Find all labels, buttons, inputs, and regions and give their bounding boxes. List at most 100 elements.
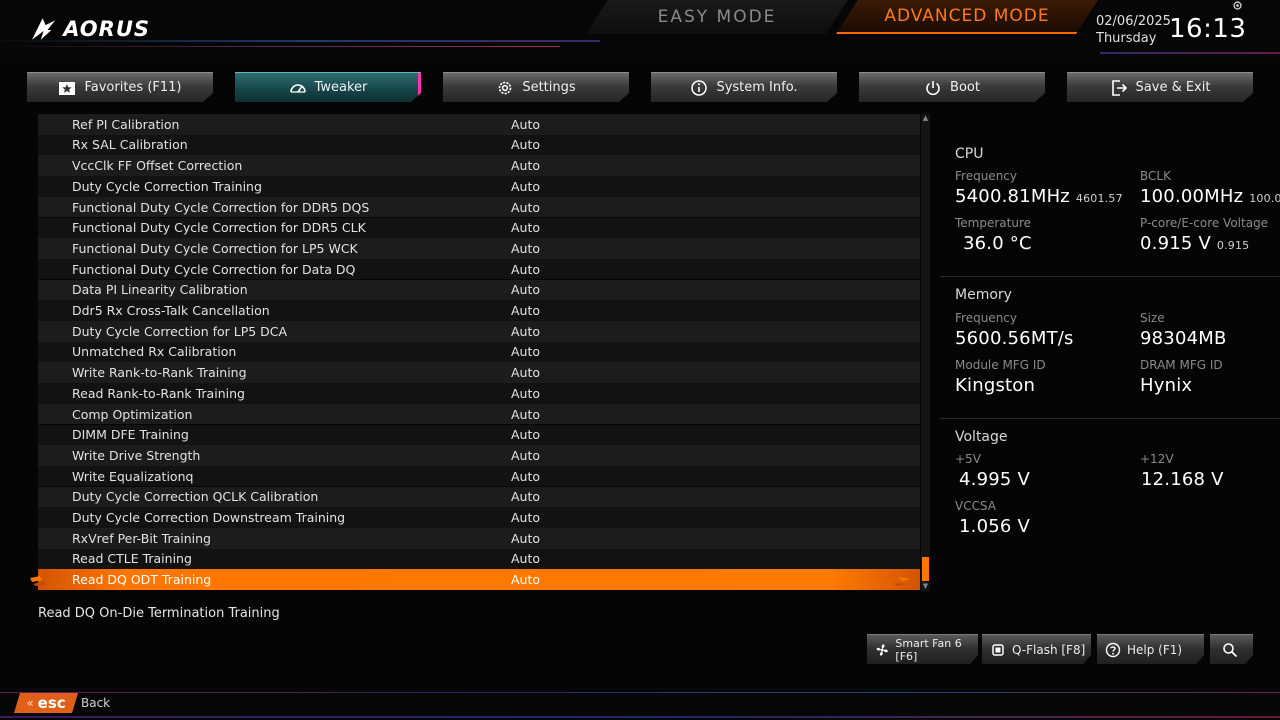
cpu-section-title: CPU <box>955 146 984 162</box>
setting-value[interactable]: Auto <box>511 344 540 359</box>
help-icon <box>1105 642 1121 658</box>
voltage-section-title: Voltage <box>955 429 1008 445</box>
setting-value[interactable]: Auto <box>511 262 540 277</box>
list-item[interactable]: RxVref Per-Bit Training Auto <box>38 528 920 549</box>
list-item[interactable]: Functional Duty Cycle Correction for DDR… <box>38 217 920 239</box>
scrollbar[interactable]: ▲ ▼ <box>921 114 930 591</box>
help-button[interactable]: Help (F1) <box>1097 634 1204 664</box>
list-item[interactable]: Unmatched Rx Calibration Auto <box>38 341 920 363</box>
setting-name: Comp Optimization <box>72 406 193 422</box>
tab-boot[interactable]: Boot <box>859 72 1045 102</box>
setting-name: Duty Cycle Correction Training <box>72 178 262 194</box>
setting-value[interactable]: Auto <box>511 241 540 256</box>
setting-value[interactable]: Auto <box>511 448 540 463</box>
bclk-label: BCLK <box>1140 169 1171 183</box>
memory-size: 98304MB <box>1140 328 1227 349</box>
setting-value[interactable]: Auto <box>511 427 540 442</box>
list-item[interactable]: Read CTLE Training Auto <box>38 548 920 570</box>
setting-value[interactable]: Auto <box>511 510 540 525</box>
tab-system-info[interactable]: System Info. <box>651 72 837 102</box>
setting-name: Functional Duty Cycle Correction for Dat… <box>72 261 356 277</box>
tab-settings[interactable]: Settings <box>443 72 629 102</box>
setting-value[interactable]: Auto <box>511 469 540 484</box>
cpu-voltage-value: 0.915 V 0.915 <box>1140 233 1249 254</box>
setting-value[interactable]: Auto <box>511 551 540 566</box>
list-item[interactable]: Rx SAL Calibration Auto <box>38 134 920 156</box>
cpu-frequency: 5400.81MHz <box>955 186 1070 207</box>
setting-value[interactable]: Auto <box>511 324 540 339</box>
list-item[interactable]: Comp Optimization Auto <box>38 403 920 425</box>
vccsa-value: 1.056 V <box>959 516 1030 537</box>
cpu-temperature-label: Temperature <box>955 216 1032 230</box>
gear-icon[interactable] <box>1232 0 1243 14</box>
easy-mode-button[interactable]: EASY MODE <box>586 0 848 34</box>
fan-icon <box>875 642 889 658</box>
tab-label: Settings <box>522 80 576 95</box>
setting-value[interactable]: Auto <box>511 303 540 318</box>
setting-name: Data PI Linearity Calibration <box>72 282 248 298</box>
setting-name: Duty Cycle Correction Downstream Trainin… <box>72 510 346 526</box>
setting-name: Write Drive Strength <box>72 447 201 463</box>
list-item[interactable]: Ref PI Calibration Auto <box>38 114 920 135</box>
esc-button[interactable]: « esc <box>14 693 78 713</box>
setting-value[interactable]: Auto <box>511 282 540 297</box>
list-item[interactable]: Duty Cycle Correction QCLK Calibration Au… <box>38 486 920 508</box>
list-item[interactable]: VccClk FF Offset Correction Auto <box>38 155 920 176</box>
setting-name: Unmatched Rx Calibration <box>72 344 237 360</box>
list-item[interactable]: Functional Duty Cycle Correction for Dat… <box>38 258 920 280</box>
list-item[interactable]: Write Equalizationq Auto <box>38 465 920 487</box>
setting-value[interactable]: Auto <box>511 158 540 173</box>
scrollbar-thumb[interactable] <box>922 557 929 581</box>
list-item[interactable]: Ddr5 Rx Cross-Talk Cancellation Auto <box>38 300 920 321</box>
setting-value[interactable]: Auto <box>511 531 540 546</box>
setting-name: Write Rank-to-Rank Training <box>72 365 247 381</box>
setting-value[interactable]: Auto <box>511 386 540 401</box>
smart-fan-button[interactable]: Smart Fan 6 [F6] <box>867 634 978 664</box>
back-label[interactable]: Back <box>81 696 110 710</box>
setting-value[interactable]: Auto <box>511 407 540 422</box>
list-item[interactable]: Duty Cycle Correction Downstream Trainin… <box>38 507 920 528</box>
list-item[interactable]: DIMM DFE Training Auto <box>38 424 920 446</box>
cpu-frequency-label: Frequency <box>955 169 1017 183</box>
setting-value[interactable]: Auto <box>511 200 540 215</box>
exit-icon <box>1110 79 1128 97</box>
setting-value[interactable]: Auto <box>511 489 540 504</box>
list-item[interactable]: Read Rank-to-Rank Training Auto <box>38 383 920 404</box>
tab-label: System Info. <box>716 80 798 95</box>
setting-value[interactable]: Auto <box>511 179 540 194</box>
bclk: 100.00MHz <box>1140 186 1244 207</box>
memory-size-label: Size <box>1140 311 1165 325</box>
list-item[interactable]: Duty Cycle Correction Training Auto <box>38 176 920 197</box>
setting-value[interactable]: Auto <box>511 572 540 587</box>
setting-value[interactable]: Auto <box>511 365 540 380</box>
tab-tweaker[interactable]: Tweaker <box>235 72 421 102</box>
scroll-up-icon[interactable]: ▲ <box>921 114 930 123</box>
setting-name: RxVref Per-Bit Training <box>72 530 211 546</box>
list-item-selected[interactable]: Read DQ ODT Training Auto <box>38 569 920 590</box>
list-item[interactable]: Write Rank-to-Rank Training Auto <box>38 362 920 383</box>
date-text: 02/06/2025 <box>1096 14 1171 29</box>
setting-value[interactable]: Auto <box>511 137 540 152</box>
list-item[interactable]: Functional Duty Cycle Correction for LP5… <box>38 238 920 259</box>
tab-label: Tweaker <box>314 80 368 95</box>
setting-name: Write Equalizationq <box>72 468 194 484</box>
module-mfg-label: Module MFG ID <box>955 358 1046 372</box>
list-item[interactable]: Write Drive Strength Auto <box>38 445 920 466</box>
list-item[interactable]: Functional Duty Cycle Correction for DDR… <box>38 196 920 218</box>
scroll-down-icon[interactable]: ▼ <box>921 582 930 591</box>
cpu-voltage-label: P-core/E-core Voltage <box>1140 216 1269 230</box>
setting-value[interactable]: Auto <box>511 220 540 235</box>
search-button[interactable] <box>1210 634 1253 664</box>
cpu-frequency-sub: 4601.57 <box>1075 192 1123 205</box>
setting-name: Functional Duty Cycle Correction for DDR… <box>72 220 366 236</box>
clock: 16:13 <box>1169 14 1247 44</box>
cpu-voltage-sub: 0.915 <box>1216 239 1250 252</box>
list-item[interactable]: Duty Cycle Correction for LP5 DCA Auto <box>38 321 920 342</box>
tab-favorites[interactable]: Favorites (F11) <box>27 72 213 102</box>
tab-save-exit[interactable]: Save & Exit <box>1067 72 1253 102</box>
setting-value[interactable]: Auto <box>511 117 540 132</box>
qflash-button[interactable]: Q-Flash [F8] <box>982 634 1091 664</box>
memory-section-title: Memory <box>955 287 1012 303</box>
advanced-mode-button[interactable]: ADVANCED MODE <box>836 0 1098 34</box>
list-item[interactable]: Data PI Linearity Calibration Auto <box>38 279 920 301</box>
